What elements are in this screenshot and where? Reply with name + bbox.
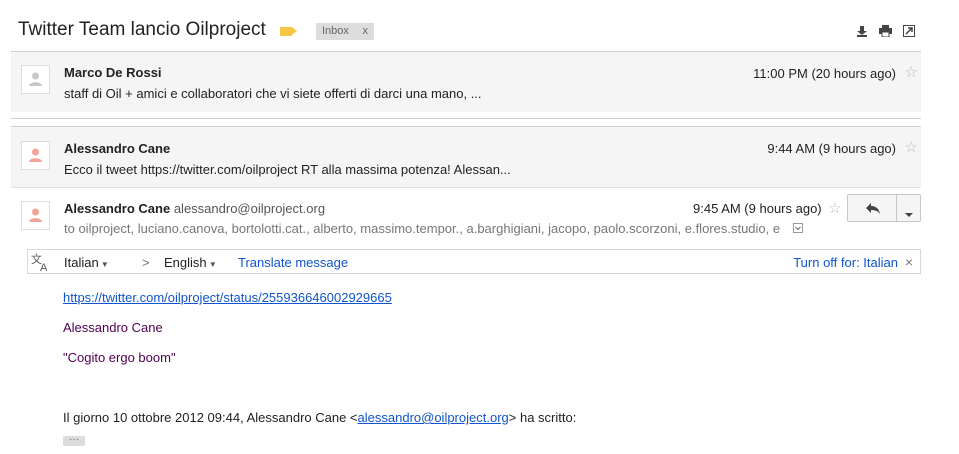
svg-text:A: A	[40, 262, 48, 272]
person-icon	[29, 148, 42, 162]
arrow-icon: >	[142, 255, 150, 270]
message-collapsed[interactable]: Alessandro Cane Ecco il tweet https://tw…	[11, 126, 921, 187]
message-collapsed[interactable]: Marco De Rossi staff di Oil + amici e co…	[11, 51, 921, 112]
target-language-dropdown[interactable]: English ▼	[164, 255, 217, 270]
message-time: 9:45 AM (9 hours ago)	[693, 201, 822, 216]
quoted-email-link[interactable]: alessandro@oilproject.org	[358, 410, 509, 425]
reply-button-group[interactable]	[847, 194, 921, 222]
translate-bar: 文A Italian ▼ > English ▼ Translate messa…	[27, 249, 921, 274]
conversation-subject: Twitter Team lancio Oilproject	[18, 19, 266, 40]
sender-name: Alessandro Cane	[64, 201, 171, 216]
star-icon[interactable]: ☆	[905, 63, 918, 81]
print-icon[interactable]	[879, 25, 892, 38]
sender-email: alessandro@oilproject.org	[173, 201, 326, 216]
inbox-label-text: Inbox	[322, 25, 349, 37]
translate-message-link[interactable]: Translate message	[238, 255, 348, 270]
tweet-link[interactable]: https://twitter.com/oilproject/status/25…	[63, 290, 392, 305]
signature-quote: "Cogito ergo boom"	[63, 350, 176, 365]
avatar	[21, 141, 50, 170]
signature-name: Alessandro Cane	[63, 320, 163, 335]
sender-name: Marco De Rossi	[64, 65, 162, 80]
message-time: 11:00 PM (20 hours ago)	[753, 66, 896, 81]
more-options-icon[interactable]	[905, 206, 913, 221]
translate-icon: 文A	[31, 252, 51, 275]
recipients-line: to oilproject, luciano.canova, bortolott…	[64, 221, 781, 236]
turn-off-translation-link[interactable]: Turn off for: Italian	[793, 255, 898, 270]
source-language: Italian	[64, 255, 99, 270]
remove-label-icon[interactable]: x	[363, 23, 369, 40]
source-language-dropdown[interactable]: Italian ▼	[64, 255, 109, 270]
person-icon	[29, 72, 42, 86]
show-trimmed-content-button[interactable]: ···	[63, 435, 85, 446]
download-icon[interactable]	[856, 25, 868, 37]
quoted-outro: > ha scritto:	[508, 410, 577, 425]
inbox-label-chip[interactable]: Inbox x	[316, 23, 374, 40]
sender-name: Alessandro Cane	[64, 141, 171, 156]
divider	[896, 195, 897, 221]
quoted-header: Il giorno 10 ottobre 2012 09:44, Alessan…	[63, 410, 576, 425]
divider	[11, 187, 921, 188]
target-language: English	[164, 255, 207, 270]
star-icon[interactable]: ☆	[905, 138, 918, 156]
star-icon[interactable]: ☆	[828, 199, 841, 217]
important-label-icon[interactable]	[280, 27, 297, 36]
message-snippet: staff di Oil + amici e collaboratori che…	[64, 86, 482, 101]
show-details-icon[interactable]	[793, 223, 803, 233]
open-message-from: Alessandro Cane alessandro@oilproject.or…	[64, 201, 325, 216]
reply-icon[interactable]	[865, 201, 881, 218]
quoted-intro: Il giorno 10 ottobre 2012 09:44, Alessan…	[63, 410, 358, 425]
message-time: 9:44 AM (9 hours ago)	[767, 141, 896, 156]
avatar	[21, 65, 50, 94]
divider	[11, 118, 921, 119]
message-snippet: Ecco il tweet https://twitter.com/oilpro…	[64, 162, 511, 177]
close-icon[interactable]: ×	[905, 254, 913, 270]
person-icon	[29, 208, 42, 222]
new-window-icon[interactable]	[903, 25, 915, 37]
avatar	[21, 201, 50, 230]
